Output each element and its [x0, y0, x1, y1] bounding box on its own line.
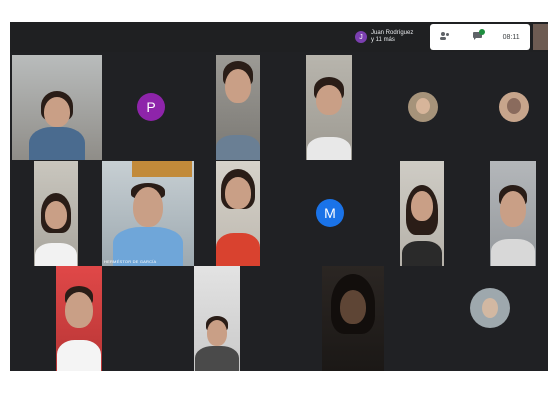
- participant-avatar: M: [316, 199, 344, 227]
- speaker-name-line2: y 11 más: [371, 37, 395, 43]
- participant-tile[interactable]: [12, 55, 102, 160]
- participant-tile[interactable]: [306, 55, 352, 160]
- video-grid: J Juan Rodríguez y 11 más 08:11 P HERMÉS…: [10, 22, 548, 386]
- participant-tile[interactable]: [322, 266, 384, 371]
- active-speaker-indicator: J Juan Rodríguez y 11 más: [355, 25, 413, 49]
- chat-button[interactable]: [472, 29, 485, 42]
- avatar-letter: P: [146, 99, 156, 115]
- participant-avatar: P: [137, 93, 165, 121]
- meeting-time: 08:11: [502, 33, 520, 41]
- speaker-avatar: J: [355, 31, 367, 43]
- participant-tile[interactable]: [499, 92, 529, 122]
- participant-tile[interactable]: [194, 266, 240, 371]
- participant-tile[interactable]: [216, 55, 260, 160]
- participant-tile[interactable]: [470, 288, 510, 328]
- participant-tile[interactable]: P: [102, 55, 212, 160]
- participant-tile[interactable]: [408, 92, 438, 122]
- avatar-letter: M: [324, 205, 336, 221]
- participant-tile[interactable]: [490, 161, 536, 266]
- participant-tile[interactable]: M: [306, 161, 352, 266]
- people-icon: [440, 32, 450, 42]
- clock-display: 08:11: [503, 34, 520, 41]
- page-bottom-margin: [0, 371, 548, 400]
- participant-name: HERMÉSTOR DE GARCÍA: [104, 259, 157, 264]
- participant-tile[interactable]: [34, 161, 78, 266]
- participant-tile[interactable]: [400, 161, 444, 266]
- speaker-name-line1: Juan Rodríguez: [371, 30, 414, 36]
- participant-tile[interactable]: [216, 161, 260, 266]
- meeting-toolbox: 08:11: [430, 24, 530, 50]
- participant-tile[interactable]: HERMÉSTOR DE GARCÍA: [102, 161, 194, 266]
- participant-tile[interactable]: [56, 266, 102, 371]
- people-button[interactable]: [440, 32, 452, 42]
- speaker-name: Juan Rodríguez y 11 más: [371, 30, 413, 44]
- self-view-thumbnail[interactable]: [533, 24, 548, 50]
- chat-notification-dot: [478, 29, 485, 35]
